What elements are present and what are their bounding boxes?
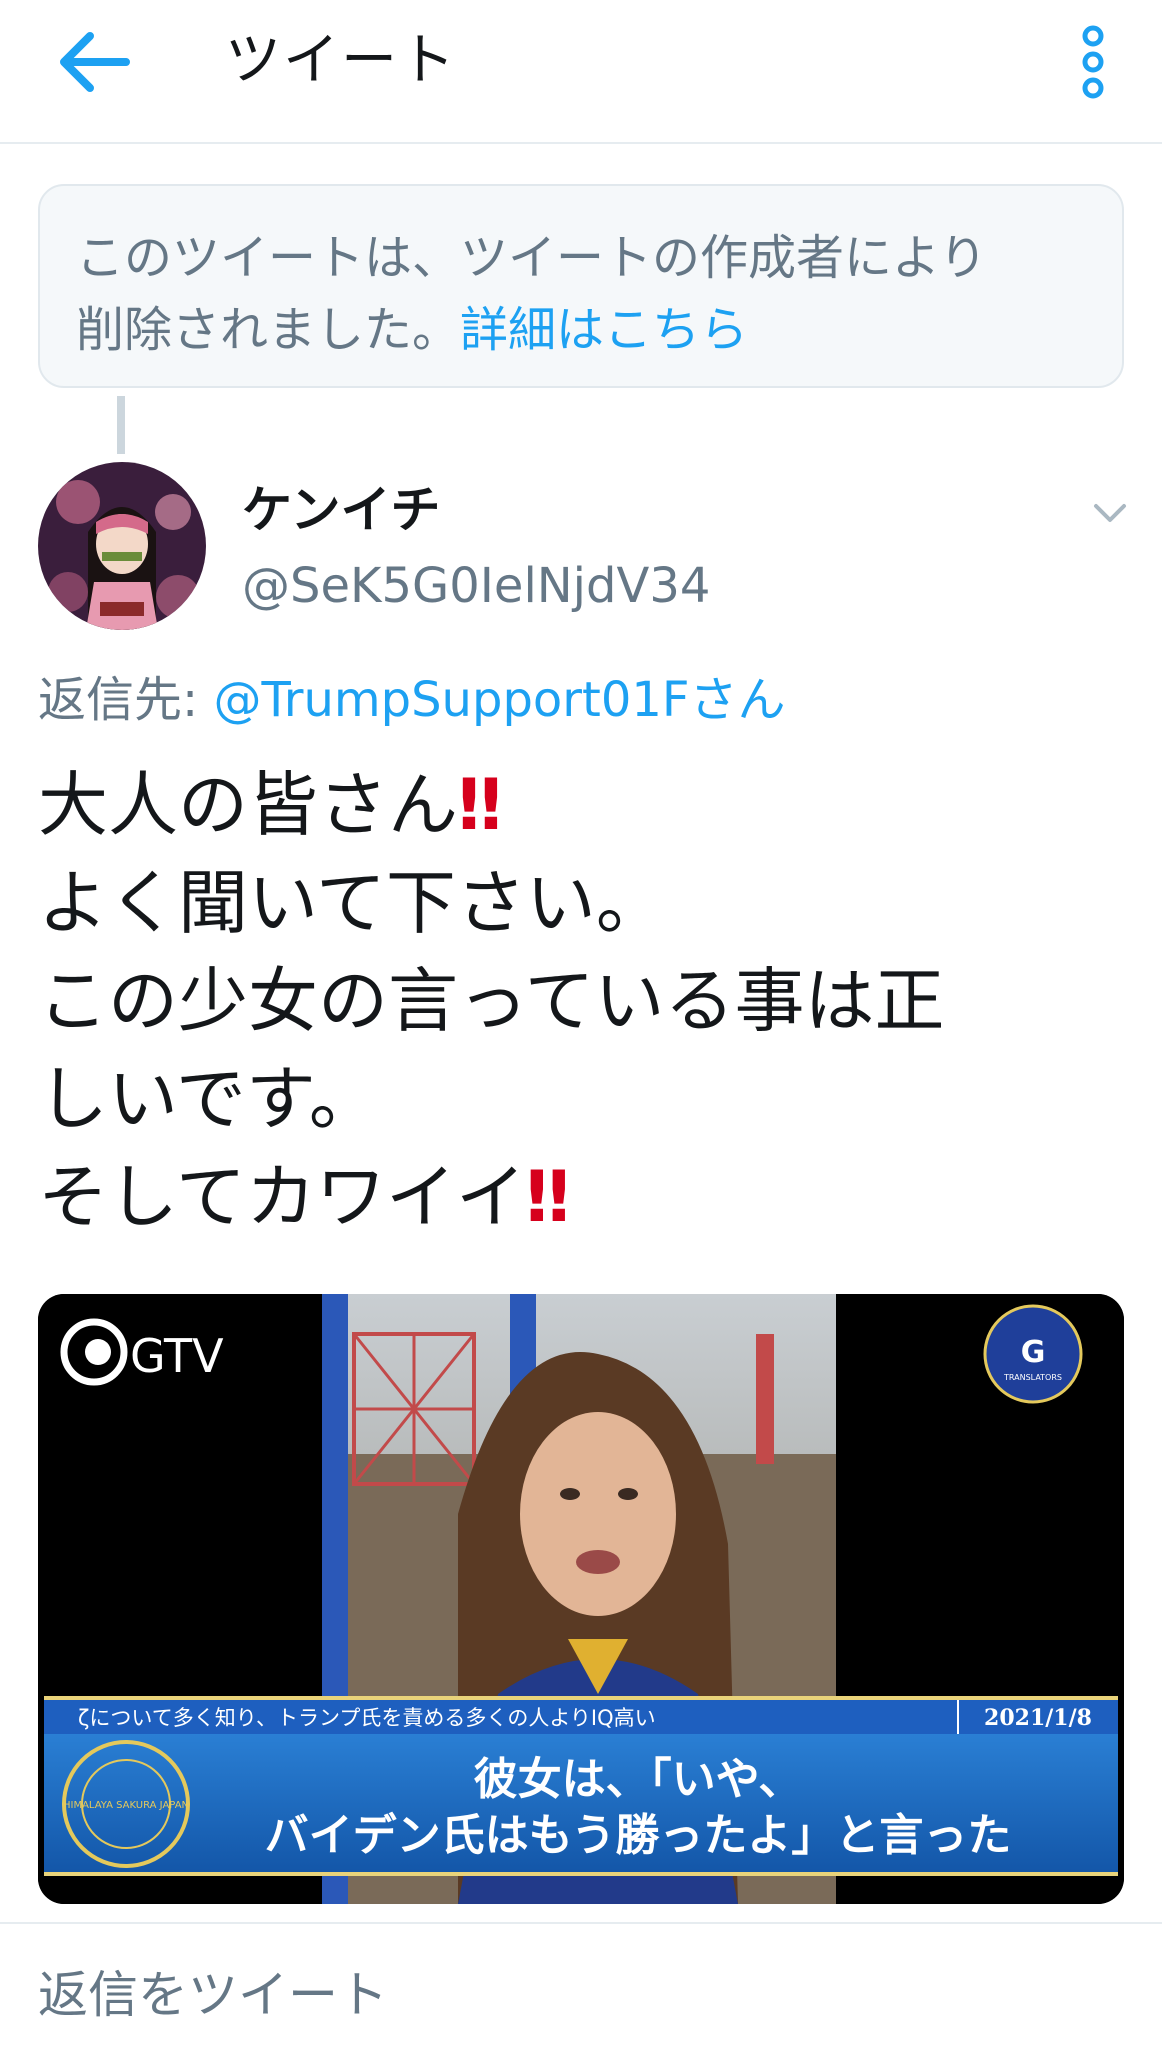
thread-connector	[117, 396, 125, 454]
tweet-line-5: そしてカワイイ‼	[38, 1148, 1128, 1246]
ticker-text: ζについて多く知り、トランプ氏を責める多くの人よりIQ高い	[78, 1706, 656, 1730]
chevron-down-icon[interactable]	[1088, 490, 1132, 534]
arrow-left-icon[interactable]	[56, 22, 136, 102]
deleted-notice-text-1: このツイートは、ツイートの作成者により	[76, 230, 988, 286]
reply-prefix: 返信先:	[38, 672, 214, 728]
tweet-line-4: しいです。	[38, 1058, 379, 1140]
deleted-notice-text-2: 削除されました。	[76, 302, 461, 358]
deleted-tweet-notice: このツイートは、ツイートの作成者により 削除されました。詳細はこちら	[38, 184, 1124, 388]
more-vertical-icon[interactable]	[1068, 22, 1118, 102]
tweet-line-3: この少女の言っている事は正	[38, 960, 945, 1042]
translators-badge: G	[1021, 1335, 1046, 1370]
subtitle-line-2: バイデン氏はもう勝ったよ」と言った	[265, 1810, 1012, 1861]
himalaya-seal-text: HIMALAYA SAKURA JAPAN	[63, 1800, 189, 1811]
tweet-body: 大人の皆さん‼ よく聞いて下さい。 この少女の言っている事は正 しいです。 そし…	[38, 756, 1128, 1246]
reply-handle-link[interactable]: @TrumpSupport01Fさん	[213, 672, 785, 728]
translators-text: TRANSLATORS	[1003, 1373, 1062, 1382]
tweet-line-5-text: そしてカワイイ	[38, 1156, 526, 1238]
author-name[interactable]: ケンイチ	[242, 478, 441, 542]
learn-more-link[interactable]: 詳細はこちら	[460, 302, 748, 358]
author-handle[interactable]: @SeK5G0IelNjdV34	[242, 554, 710, 618]
reply-context: 返信先: @TrumpSupport01Fさん	[38, 666, 786, 734]
ticker-date: 2021/1/8	[984, 1705, 1092, 1731]
avatar[interactable]	[38, 462, 206, 630]
reply-input[interactable]: 返信をツイート	[38, 1960, 388, 2030]
video-thumbnail[interactable]: GTV G TRANSLATORS ζについて多く知り、トランプ氏を責める多くの…	[38, 1294, 1124, 1904]
tweet-line-1-text: 大人の皆さん	[38, 764, 458, 846]
double-exclamation-icon: ‼	[458, 764, 502, 846]
channel-logo: GTV	[130, 1329, 224, 1383]
tweet-line-1: 大人の皆さん‼	[38, 756, 1128, 854]
app-header: ツイート	[0, 0, 1162, 144]
double-exclamation-icon: ‼	[525, 1156, 570, 1238]
divider	[0, 1922, 1162, 1924]
page-title: ツイート	[225, 28, 457, 93]
subtitle-line-1: 彼女は、「いや、	[474, 1754, 803, 1805]
tweet-line-2: よく聞いて下さい。	[38, 862, 666, 944]
